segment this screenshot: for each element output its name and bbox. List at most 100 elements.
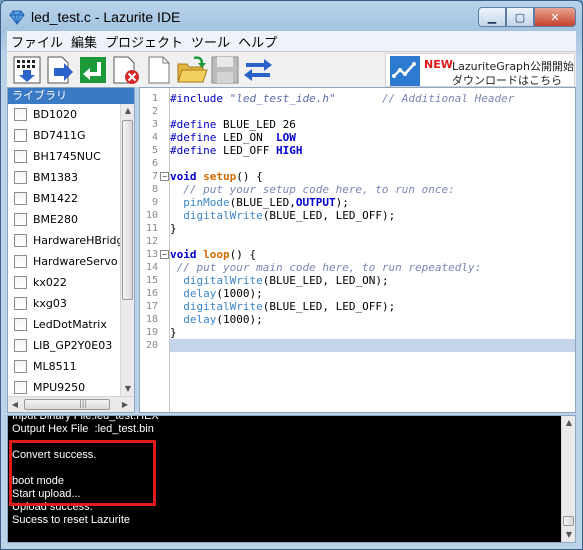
scroll-up-arrow-icon[interactable]: ▲ [121,104,135,118]
menu-help[interactable]: ヘルプ [234,32,281,51]
library-item-label: HardwareHBridge [33,234,122,247]
code-token: (BLUE_LED, LED_OFF); [262,209,396,222]
scroll-left-arrow-icon[interactable]: ◀ [8,398,22,412]
remove-button[interactable] [110,54,142,86]
code-line[interactable]: 16 delay(1000); [146,287,575,300]
library-checkbox[interactable] [14,108,27,121]
library-checkbox[interactable] [14,234,27,247]
code-line[interactable]: 10 digitalWrite(BLUE_LED, LED_OFF); [146,209,575,222]
library-checkbox[interactable] [14,129,27,142]
code-line[interactable]: 7− void setup() { [152,170,575,183]
library-checkbox[interactable] [14,171,27,184]
menu-project[interactable]: プロジェクト [101,32,187,51]
code-line[interactable]: 6 [152,157,575,170]
library-item[interactable]: BM1422 [8,188,122,209]
code-editor[interactable]: 1 #include "led_test_ide.h" // Additional… [139,87,576,413]
code-line[interactable]: 1 #include "led_test_ide.h" // Additional… [152,92,575,105]
library-item[interactable]: MPU9250 [8,377,122,396]
console-scroll-up-icon[interactable]: ▲ [562,416,575,430]
open-button[interactable] [176,54,208,86]
library-hscroll-thumb[interactable]: ||| [24,399,110,410]
line-number: 12 [145,236,158,247]
scroll-right-arrow-icon[interactable]: ▶ [118,398,132,412]
code-line[interactable]: 3 #define BLUE_LED 26 [152,118,575,131]
library-checkbox[interactable] [14,255,27,268]
serial-monitor-button[interactable] [242,54,274,86]
code-line[interactable]: 2 [152,105,575,118]
line-number: 13 [145,249,158,260]
library-item[interactable]: BD1020 [8,104,122,125]
library-checkbox[interactable] [14,381,27,394]
library-checkbox[interactable] [14,360,27,373]
console-line: Sucess to reset Lazurite [12,514,131,526]
library-item[interactable]: LedDotMatrix [8,314,122,335]
library-checkbox[interactable] [14,276,27,289]
code-line[interactable]: 5 #define LED_OFF HIGH [152,144,575,157]
code-token: digitalWrite [183,274,263,287]
code-line[interactable]: 19} [146,326,575,339]
code-token: // Additional Header [381,92,515,105]
code-token: OUTPUT [295,196,336,209]
library-checkbox[interactable] [14,192,27,205]
maximize-button[interactable]: ▢ [506,7,534,27]
code-line[interactable]: 14 // put your main code here, to run re… [146,261,575,274]
code-line[interactable]: 15 digitalWrite(BLUE_LED, LED_ON); [146,274,575,287]
library-checkbox[interactable] [14,213,27,226]
library-item[interactable]: BH1745NUC [8,146,122,167]
code-line[interactable]: 20 [146,339,575,352]
output-console: Input Binary File:led_test.HEX Output Hex… [7,415,576,543]
library-vertical-scrollbar[interactable]: ▲ ▼ [120,104,134,396]
banner-line2: ダウンロードはこちら [452,74,562,87]
library-item[interactable]: HardwareServo [8,251,122,272]
library-horizontal-scrollbar[interactable]: ◀ ||| ▶ [8,396,134,412]
menu-edit[interactable]: 編集 [67,32,101,51]
install-button[interactable] [77,54,109,86]
minimize-button[interactable]: ▁ [478,7,506,27]
code-line[interactable]: 13− void loop() { [146,248,575,261]
code-line[interactable]: 9 pinMode(BLUE_LED,OUTPUT); [152,196,575,209]
library-item-label: HardwareServo [33,255,118,268]
code-token: // put your setup code here, to run once… [183,183,455,196]
console-scroll-down-icon[interactable]: ▼ [562,528,575,542]
library-checkbox[interactable] [14,318,27,331]
library-item[interactable]: BD7411G [8,125,122,146]
fold-toggle-icon[interactable]: − [160,250,169,259]
fold-toggle-icon[interactable]: − [160,172,169,181]
library-checkbox[interactable] [14,339,27,352]
library-checkbox[interactable] [14,150,27,163]
code-line[interactable]: 18 delay(1000); [146,313,575,326]
library-item[interactable]: kx022 [8,272,122,293]
library-item[interactable]: ML8511 [8,356,122,377]
library-scroll-thumb[interactable] [122,120,133,300]
library-item[interactable]: BM1383 [8,167,122,188]
code-line[interactable]: 11} [146,222,575,235]
code-area[interactable]: 1 #include "led_test_ide.h" // Additional… [146,92,575,352]
code-token: (BLUE_LED, LED_ON); [262,274,389,287]
new-file-button[interactable] [143,54,175,86]
scroll-down-arrow-icon[interactable]: ▼ [121,382,135,396]
code-line[interactable]: 8 // put your setup code here, to run on… [152,183,575,196]
compile-button[interactable] [11,54,43,86]
menu-tools[interactable]: ツール [187,32,234,51]
close-button[interactable]: ✕ [534,7,576,27]
code-line[interactable]: 4 #define LED_ON LOW [152,131,575,144]
line-number: 19 [145,327,158,338]
line-number: 18 [145,314,158,325]
save-button[interactable] [209,54,241,86]
code-token: #define [170,131,223,144]
lazurite-graph-banner[interactable]: NEW LazuriteGraph公開開始 ダウンロードはこちら [385,53,575,87]
library-item[interactable]: BME280 [8,209,122,230]
library-item[interactable]: HardwareHBridge [8,230,122,251]
code-token: LED_ON [222,131,276,144]
console-scrollbar[interactable]: ▲ ▼ [561,416,575,542]
library-item[interactable]: LIB_GP2Y0E03 [8,335,122,356]
menu-file[interactable]: ファイル [7,32,67,51]
title-bar[interactable]: led_test.c - Lazurite IDE ▁ ▢ ✕ [1,1,582,33]
upload-button[interactable] [44,54,76,86]
library-checkbox[interactable] [14,297,27,310]
code-line[interactable]: 17 digitalWrite(BLUE_LED, LED_OFF); [146,300,575,313]
console-scroll-thumb[interactable] [563,516,574,526]
code-token: BLUE_LED 26 [222,118,296,131]
library-item[interactable]: kxg03 [8,293,122,314]
code-line[interactable]: 12 [146,235,575,248]
